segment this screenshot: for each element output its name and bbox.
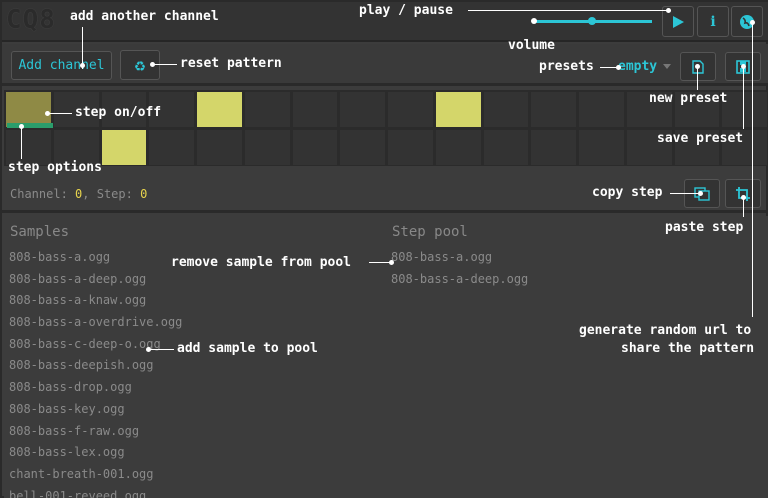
step-cell[interactable] bbox=[387, 129, 434, 166]
recycle-icon: ♻ bbox=[134, 54, 146, 76]
step-cell[interactable] bbox=[148, 129, 195, 166]
sample-item[interactable]: chant-breath-001.ogg bbox=[9, 467, 182, 489]
step-cell[interactable] bbox=[482, 129, 530, 166]
step-value: 0 bbox=[140, 187, 148, 201]
annotation-dot bbox=[45, 111, 50, 116]
samples-panel: Samples Step pool 808-bass-a.ogg 808-bas… bbox=[4, 216, 768, 498]
step-cell[interactable] bbox=[100, 129, 148, 166]
volume-knob[interactable] bbox=[588, 17, 596, 25]
pool-item[interactable]: 808-bass-a-deep.ogg bbox=[391, 272, 528, 294]
pool-title: Step pool bbox=[392, 224, 468, 240]
pool-item[interactable]: 808-bass-a.ogg bbox=[391, 250, 528, 272]
step-cell[interactable] bbox=[387, 91, 434, 128]
annotation-line bbox=[743, 197, 744, 217]
samples-title: Samples bbox=[10, 224, 70, 240]
annotation-play-pause: play / pause bbox=[359, 3, 453, 18]
sample-item[interactable]: 808-bass-a-deep.ogg bbox=[9, 272, 182, 294]
annotation-random-url-1: generate random url to bbox=[579, 323, 752, 338]
share-button[interactable] bbox=[731, 6, 763, 37]
sample-item[interactable]: 808-bass-c-deep-o.ogg bbox=[9, 337, 182, 359]
step-cell[interactable] bbox=[291, 91, 339, 128]
annotation-dot bbox=[741, 64, 746, 69]
step-cell[interactable] bbox=[291, 129, 339, 166]
step-options-bar[interactable] bbox=[7, 123, 53, 128]
annotation-dot bbox=[146, 347, 151, 352]
sample-item[interactable]: 808-bass-key.ogg bbox=[9, 402, 182, 424]
step-cell[interactable] bbox=[578, 129, 625, 166]
step-cell[interactable] bbox=[482, 91, 530, 128]
annotation-copy-step: copy step bbox=[592, 185, 663, 200]
annotation-step-onoff: step on/off bbox=[75, 105, 162, 120]
sample-item[interactable]: 808-bass-f-raw.ogg bbox=[9, 424, 182, 446]
step-cell[interactable] bbox=[339, 91, 386, 128]
step-cell[interactable] bbox=[530, 129, 577, 166]
annotation-dot bbox=[666, 8, 671, 13]
annotation-dot bbox=[695, 64, 700, 69]
preset-select[interactable]: empty bbox=[618, 59, 657, 74]
annotation-dot bbox=[150, 62, 155, 67]
annotation-dot bbox=[80, 63, 85, 68]
step-cell[interactable] bbox=[339, 129, 386, 166]
annotation-line bbox=[47, 113, 72, 114]
samples-list: 808-bass-a.ogg 808-bass-a-deep.ogg 808-b… bbox=[9, 250, 182, 498]
step-cell[interactable] bbox=[578, 91, 625, 128]
step-cell[interactable] bbox=[721, 91, 768, 128]
step-cell[interactable] bbox=[434, 129, 482, 166]
annotation-dot bbox=[19, 124, 24, 129]
app-window: CQ8 i Add channel ♻ empty Channel: 0, St… bbox=[0, 0, 768, 498]
annotation-presets: presets bbox=[539, 59, 594, 74]
sample-item[interactable]: 808-bass-lex.ogg bbox=[9, 445, 182, 467]
step-label: , Step: bbox=[82, 187, 141, 201]
step-cell[interactable] bbox=[530, 91, 577, 128]
sample-item[interactable]: 808-bass-a.ogg bbox=[9, 250, 182, 272]
volume-slider-start bbox=[531, 18, 537, 24]
annotation-line bbox=[369, 262, 391, 263]
annotation-remove-sample: remove sample from pool bbox=[171, 255, 352, 270]
info-icon: i bbox=[710, 13, 716, 30]
annotation-volume: volume bbox=[508, 38, 555, 53]
annotation-line bbox=[152, 64, 177, 65]
annotation-dot bbox=[389, 260, 394, 265]
annotation-line bbox=[670, 193, 700, 194]
annotation-dot bbox=[698, 191, 703, 196]
annotation-line bbox=[468, 10, 668, 11]
info-button[interactable]: i bbox=[697, 6, 729, 37]
annotation-dot bbox=[616, 65, 621, 70]
chevron-down-icon bbox=[663, 64, 671, 69]
annotation-add-sample: add sample to pool bbox=[177, 341, 318, 356]
annotation-dot bbox=[750, 20, 755, 25]
sample-item[interactable]: 808-bass-drop.ogg bbox=[9, 380, 182, 402]
annotation-new-preset: new preset bbox=[649, 91, 728, 106]
annotation-line bbox=[21, 126, 22, 159]
app-logo: CQ8 bbox=[6, 5, 56, 35]
step-cell[interactable] bbox=[196, 129, 243, 166]
annotation-line bbox=[752, 22, 753, 317]
annotation-step-options: step options bbox=[8, 160, 102, 175]
play-icon bbox=[673, 15, 684, 28]
sample-item[interactable]: 808-bass-a-knaw.ogg bbox=[9, 293, 182, 315]
pool-list: 808-bass-a.ogg 808-bass-a-deep.ogg bbox=[391, 250, 528, 293]
annotation-add-channel: add another channel bbox=[70, 9, 219, 24]
annotation-line bbox=[743, 66, 744, 129]
toolbar: Add channel ♻ empty bbox=[2, 44, 768, 86]
annotation-dot bbox=[741, 195, 746, 200]
step-cell[interactable] bbox=[243, 91, 291, 128]
annotation-save-preset: save preset bbox=[657, 131, 744, 146]
channel-label: Channel: bbox=[10, 187, 76, 201]
add-channel-button[interactable]: Add channel bbox=[11, 51, 112, 80]
step-cell[interactable] bbox=[434, 91, 482, 128]
annotation-random-url-2: share the pattern bbox=[621, 341, 755, 356]
sample-item[interactable]: 808-bass-deepish.ogg bbox=[9, 358, 182, 380]
annotation-line bbox=[697, 66, 698, 90]
annotation-paste-step: paste step bbox=[665, 220, 744, 235]
step-cell[interactable] bbox=[243, 129, 291, 166]
annotation-line bbox=[148, 349, 174, 350]
step-cell[interactable] bbox=[196, 91, 243, 128]
sample-item[interactable]: 808-bass-a-overdrive.ogg bbox=[9, 315, 182, 337]
annotation-reset-pattern: reset pattern bbox=[180, 56, 282, 71]
status-text: Channel: 0, Step: 0 bbox=[10, 187, 147, 201]
sample-item[interactable]: bell-001-reveed.ogg bbox=[9, 489, 182, 498]
